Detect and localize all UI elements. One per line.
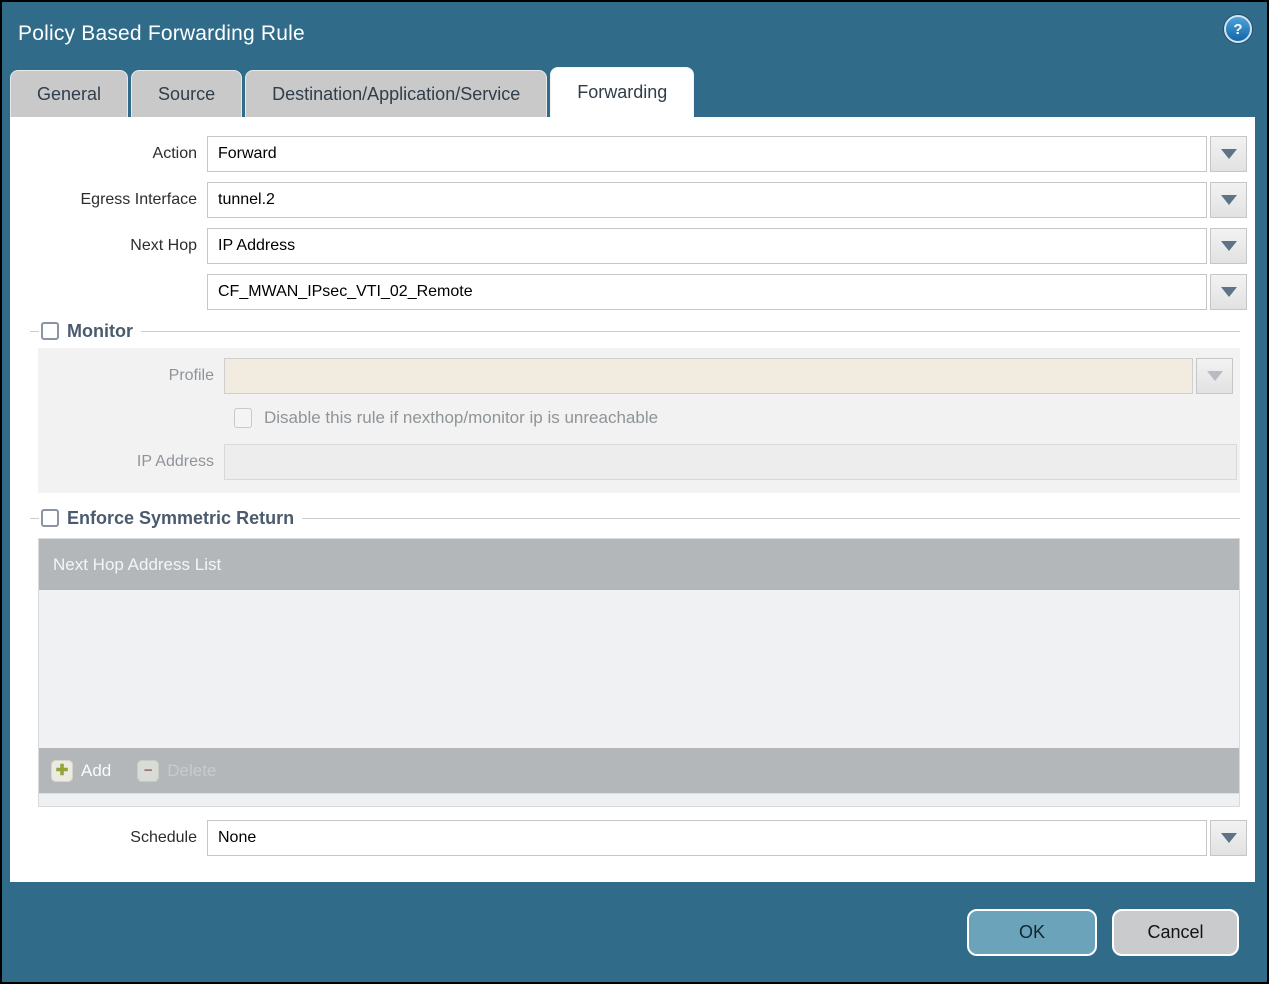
tab-destination-application-service[interactable]: Destination/Application/Service	[245, 70, 548, 117]
schedule-label: Schedule	[130, 829, 197, 846]
disable-rule-checkbox[interactable]	[234, 408, 252, 428]
monitor-checkbox[interactable]	[41, 322, 59, 340]
egress-interface-row: Egress Interface	[10, 182, 1255, 218]
chevron-down-icon	[1206, 371, 1223, 381]
chevron-down-icon	[1220, 287, 1237, 297]
profile-dropdown-button[interactable]	[1196, 358, 1233, 394]
egress-interface-dropdown-button[interactable]	[1210, 182, 1247, 218]
chevron-down-icon	[1220, 833, 1237, 843]
ok-button[interactable]: OK	[967, 908, 1097, 956]
next-hop-label: Next Hop	[130, 237, 197, 254]
next-hop-address-list-body[interactable]	[39, 590, 1239, 748]
enforce-symmetric-return-group-title: Enforce Symmetric Return	[67, 507, 295, 528]
next-hop-type-dropdown-button[interactable]	[1210, 228, 1247, 264]
profile-label: Profile	[168, 367, 214, 384]
title-bar: Policy Based Forwarding Rule ?	[2, 2, 1267, 66]
monitor-group-header: Monitor	[30, 320, 1247, 342]
next-hop-address-list-header-label: Next Hop Address List	[53, 554, 222, 574]
action-row: Action	[10, 136, 1255, 172]
forwarding-tab-panel: Action Egress Interface Next Hop	[10, 117, 1255, 882]
schedule-dropdown-button[interactable]	[1210, 820, 1247, 856]
next-hop-row: Next Hop	[10, 228, 1255, 264]
disable-rule-label: Disable this rule if nexthop/monitor ip …	[264, 408, 659, 427]
monitor-ip-address-row: IP Address	[38, 444, 1240, 480]
action-dropdown-button[interactable]	[1210, 136, 1247, 172]
plus-icon: ✚	[51, 759, 73, 782]
delete-button[interactable]: − Delete	[137, 759, 217, 782]
tab-bar: General Source Destination/Application/S…	[2, 66, 1267, 117]
dialog-title: Policy Based Forwarding Rule	[18, 22, 305, 45]
tab-general[interactable]: General	[10, 70, 129, 117]
cancel-button[interactable]: Cancel	[1112, 908, 1239, 956]
monitor-ip-address-label: IP Address	[136, 453, 214, 470]
next-hop-address-list-table: Next Hop Address List ✚ Add − Delete	[38, 538, 1240, 807]
chevron-down-icon	[1220, 241, 1237, 251]
egress-interface-input[interactable]	[207, 182, 1207, 218]
profile-input[interactable]	[224, 358, 1193, 394]
dialog-footer: OK Cancel	[2, 882, 1267, 982]
help-icon[interactable]: ?	[1224, 15, 1252, 43]
monitor-group-body: Profile Disable this rule if nexthop/mon…	[38, 348, 1240, 493]
chevron-down-icon	[1220, 149, 1237, 159]
monitor-ip-address-input[interactable]	[224, 444, 1237, 480]
tab-forwarding[interactable]: Forwarding	[550, 67, 695, 117]
policy-based-forwarding-rule-dialog: Policy Based Forwarding Rule ? General S…	[0, 0, 1269, 984]
next-hop-address-input[interactable]	[207, 274, 1207, 310]
enforce-symmetric-return-group-header: Enforce Symmetric Return	[30, 507, 1247, 529]
minus-icon: −	[137, 759, 160, 782]
schedule-row: Schedule	[10, 820, 1255, 856]
table-bottom-strip	[39, 793, 1239, 806]
next-hop-address-row	[10, 274, 1255, 310]
next-hop-type-input[interactable]	[207, 228, 1207, 264]
chevron-down-icon	[1220, 195, 1237, 205]
next-hop-address-dropdown-button[interactable]	[1210, 274, 1247, 310]
disable-rule-row: Disable this rule if nexthop/monitor ip …	[234, 408, 1240, 428]
egress-interface-label: Egress Interface	[80, 191, 198, 208]
delete-button-label: Delete	[167, 760, 217, 780]
add-button[interactable]: ✚ Add	[51, 759, 112, 782]
action-input[interactable]	[207, 136, 1207, 172]
monitor-group-title: Monitor	[67, 320, 133, 341]
next-hop-address-list-header: Next Hop Address List	[39, 539, 1239, 590]
next-hop-address-list-toolbar: ✚ Add − Delete	[39, 748, 1239, 793]
enforce-symmetric-return-checkbox[interactable]	[41, 509, 59, 527]
profile-row: Profile	[38, 358, 1240, 394]
tab-source[interactable]: Source	[131, 70, 243, 117]
add-button-label: Add	[81, 760, 112, 780]
schedule-input[interactable]	[207, 820, 1207, 856]
action-label: Action	[152, 145, 197, 162]
